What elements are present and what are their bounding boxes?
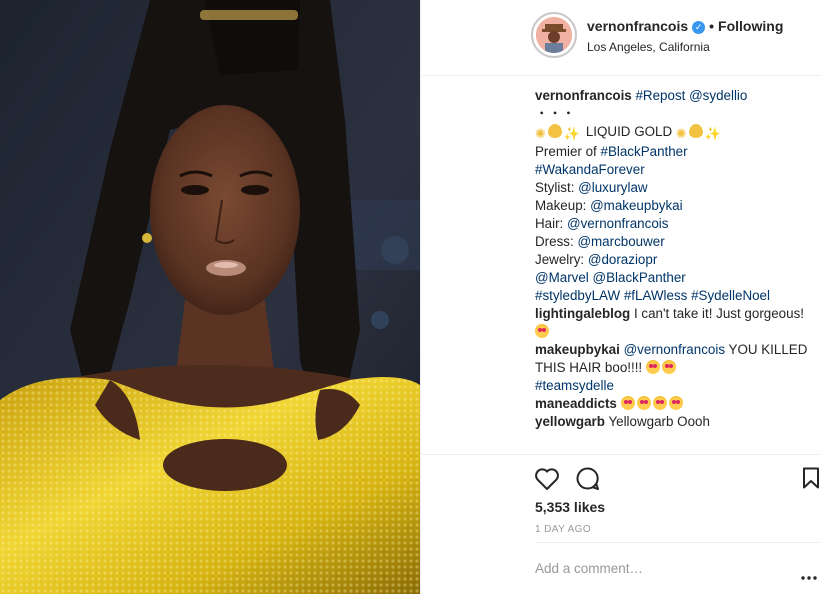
comment-text: Yellowgarb Oooh (608, 414, 710, 429)
comment-icon[interactable] (575, 466, 600, 496)
comment-item: yellowgarb Yellowgarb Oooh (535, 413, 823, 431)
heart-eyes-emoji-icon (535, 324, 549, 338)
dizzy-emoji-icon: ✺ (675, 126, 687, 141)
comment-item: makeupbykai @vernonfrancois YOU KILLED T… (535, 341, 823, 395)
author-avatar[interactable] (531, 12, 577, 58)
caption-dots: ・・・ (535, 106, 576, 121)
makeup-mention[interactable]: @makeupbykai (590, 198, 683, 213)
add-comment-input[interactable] (535, 561, 775, 576)
hair-mention[interactable]: @vernonfrancois (567, 216, 668, 231)
dizzy-emoji-icon: ✺ (535, 126, 546, 141)
stylist-label: Stylist: (535, 180, 575, 195)
heart-eyes-emoji-icon (620, 396, 635, 410)
post-sidebar: vernonfrancois ✓ • Following Los Angeles, C… (420, 0, 833, 594)
comment-author[interactable]: yellowgarb (535, 414, 605, 429)
sparkles-emoji-icon: ✨ (563, 126, 581, 141)
hashtag-flawless[interactable]: #fLAWless (624, 288, 688, 303)
heart-eyes-emoji-icon (652, 396, 667, 410)
comment-author[interactable]: lightingaleblog (535, 306, 630, 321)
yellow-heart-emoji-icon (547, 124, 562, 138)
more-icon[interactable] (801, 567, 817, 585)
post-photo[interactable] (0, 0, 420, 594)
separator-dot: • (709, 18, 715, 34)
heart-eyes-emoji-icon (645, 360, 660, 374)
caption: vernonfrancois #Repost @sydellio ・・・ ✺ ✨ … (535, 87, 823, 305)
author-username[interactable]: vernonfrancois (587, 18, 688, 34)
comment-item: lightingaleblog I can't take it! Just go… (535, 305, 823, 341)
comments-list[interactable]: vernonfrancois #Repost @sydellio ・・・ ✺ ✨ … (535, 87, 823, 453)
post-image (0, 0, 420, 594)
hashtag-blackpanther[interactable]: #BlackPanther (601, 144, 688, 159)
heart-eyes-emoji-icon (636, 396, 651, 410)
makeup-label: Makeup: (535, 198, 587, 213)
heart-eyes-emoji-icon (668, 396, 683, 410)
hashtag-wakandaforever[interactable]: #WakandaForever (535, 162, 645, 177)
hair-label: Hair: (535, 216, 564, 231)
caption-author[interactable]: vernonfrancois (535, 88, 632, 103)
comment-text: I can't take it! Just gorgeous! (633, 306, 804, 321)
comment-hashtag[interactable]: #teamsydelle (535, 378, 614, 393)
repost-hashtag[interactable]: #Repost (635, 88, 685, 103)
likes-count[interactable]: 5,353 likes (535, 499, 605, 515)
jewelry-label: Jewelry: (535, 252, 585, 267)
comment-author[interactable]: makeupbykai (535, 342, 620, 357)
premier-label: Premier of (535, 144, 597, 159)
stylist-mention[interactable]: @luxurylaw (578, 180, 647, 195)
jewelry-mention[interactable]: @doraziopr (588, 252, 657, 267)
avatar-image (536, 17, 572, 53)
sparkles-emoji-icon: ✨ (704, 126, 721, 141)
dress-label: Dress: (535, 234, 574, 249)
hashtag-sydellenoel[interactable]: #SydelleNoel (691, 288, 770, 303)
header-author-line: vernonfrancois ✓ • Following (587, 18, 783, 34)
following-button[interactable]: Following (718, 18, 783, 34)
comment-item: maneaddicts (535, 395, 823, 413)
post-location[interactable]: Los Angeles, California (587, 40, 710, 54)
yellow-heart-emoji-icon (688, 124, 703, 138)
avatar-figure-icon (536, 17, 572, 53)
dress-mention[interactable]: @marcbouwer (577, 234, 664, 249)
comment-mention[interactable]: @vernonfrancois (624, 342, 725, 357)
caption-headline: LIQUID GOLD (585, 124, 673, 139)
post-actions: 5,353 likes 1 DAY AGO (421, 454, 821, 595)
heart-eyes-emoji-icon (661, 360, 676, 374)
add-comment-bar (535, 542, 821, 595)
repost-user-mention[interactable]: @sydellio (689, 88, 747, 103)
heart-icon[interactable] (534, 467, 560, 496)
post-timestamp[interactable]: 1 DAY AGO (535, 524, 591, 535)
hashtag-styledbylaw[interactable]: #styledbyLAW (535, 288, 620, 303)
post-header: vernonfrancois ✓ • Following Los Angeles, C… (421, 0, 821, 76)
bookmark-icon[interactable] (801, 467, 821, 494)
verified-badge-icon: ✓ (692, 21, 706, 34)
comment-author[interactable]: maneaddicts (535, 396, 617, 411)
marvel-mention[interactable]: @Marvel (535, 270, 589, 285)
blackpanther-mention[interactable]: @BlackPanther (593, 270, 686, 285)
